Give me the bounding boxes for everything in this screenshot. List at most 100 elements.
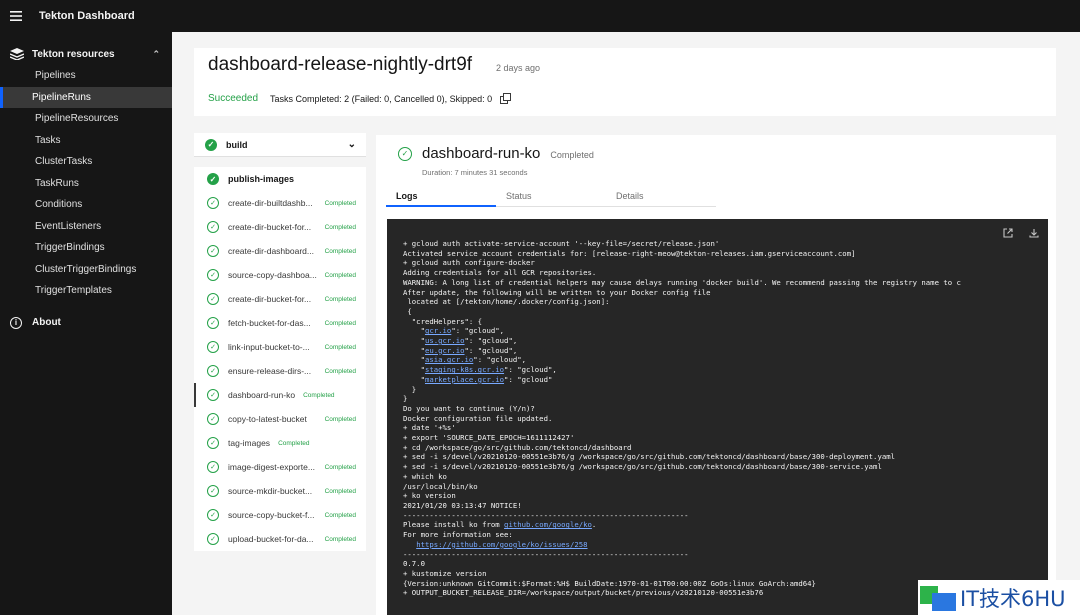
step-row[interactable]: ✓ create-dir-bucket-for... Completed: [194, 287, 366, 311]
log-line: "staging-k8s.gcr.io": "gcloud",: [403, 365, 557, 375]
step-label: tag-images: [228, 438, 271, 448]
copy-icon[interactable]: [500, 92, 512, 104]
tasks-summary: Tasks Completed: 2 (Failed: 0, Cancelled…: [270, 93, 493, 104]
step-label: create-dir-dashboard...: [228, 246, 314, 256]
log-line: + export 'SOURCE_DATE_EPOCH=1611112427': [403, 433, 575, 443]
log-line: + cd /workspace/go/src/github.com/tekton…: [403, 442, 632, 452]
step-duration: Duration: 7 minutes 31 seconds: [422, 168, 528, 177]
step-label: create-dir-bucket-for...: [228, 222, 312, 232]
check-circle-filled-icon: ✓: [207, 173, 219, 185]
log-link[interactable]: staging-k8s.gcr.io: [425, 365, 504, 374]
step-status: Completed: [324, 535, 356, 543]
sidebar-item-label: ClusterTasks: [35, 156, 93, 168]
step-row[interactable]: ✓ copy-to-latest-bucket Completed: [194, 407, 366, 431]
step-row[interactable]: ✓ dashboard-run-ko Completed: [194, 383, 366, 407]
step-row[interactable]: ✓ tag-images Completed: [194, 431, 366, 455]
task-label: build: [226, 139, 248, 150]
log-viewer[interactable]: + gcloud auth activate-service-account '…: [387, 219, 1048, 615]
log-link[interactable]: marketplace.gcr.io: [425, 375, 504, 384]
sidebar-item-about[interactable]: i About: [0, 312, 172, 334]
log-link[interactable]: github.com/google/ko: [504, 520, 592, 529]
log-line: "credHelpers": {: [403, 316, 483, 326]
step-row[interactable]: ✓ link-input-bucket-to-... Completed: [194, 335, 366, 359]
step-status: Completed: [324, 295, 356, 303]
log-line: located at [/tekton/home/.docker/config.…: [403, 297, 610, 307]
step-row[interactable]: ✓ create-dir-bucket-for... Completed: [194, 215, 366, 239]
sidebar-item-taskruns[interactable]: TaskRuns: [0, 173, 172, 195]
watermark-text: IT技术6HU: [960, 586, 1066, 611]
hamburger-menu-icon[interactable]: [0, 0, 32, 32]
status-badge: Succeeded: [208, 93, 259, 104]
log-link[interactable]: https://github.com/google/ko/issues/258: [416, 540, 587, 549]
task-tree: ✓ build ⌄ ✓ publish-images ✓ create-dir-b…: [194, 133, 366, 553]
check-circle-outline-icon: ✓: [207, 533, 219, 545]
check-circle-outline-icon: ✓: [207, 389, 219, 401]
step-row[interactable]: ✓ source-mkdir-bucket... Completed: [194, 479, 366, 503]
log-line: ----------------------------------------…: [403, 549, 689, 559]
step-row[interactable]: ✓ create-dir-builtdashb... Completed: [194, 191, 366, 215]
check-circle-outline-icon: ✓: [207, 197, 219, 209]
check-circle-outline-icon: ✓: [207, 317, 219, 329]
task-publish-images[interactable]: ✓ publish-images: [194, 167, 366, 191]
launch-icon[interactable]: [1002, 227, 1014, 239]
sidebar-item-label: TriggerTemplates: [35, 285, 112, 297]
sidebar-item-eventlisteners[interactable]: EventListeners: [0, 216, 172, 238]
log-link[interactable]: gcr.io: [425, 326, 451, 335]
step-detail-panel: ✓ dashboard-run-ko Completed Duration: 7…: [376, 135, 1056, 615]
log-line: Please install ko from github.com/google…: [403, 520, 597, 530]
step-label: ensure-release-dirs-...: [228, 366, 312, 376]
task-label: publish-images: [228, 174, 295, 184]
step-status: Completed: [324, 463, 356, 471]
chevron-down-icon[interactable]: ⌄: [348, 139, 356, 150]
tab-status[interactable]: Status: [496, 185, 606, 207]
sidebar-item-clustertasks[interactable]: ClusterTasks: [0, 151, 172, 173]
sidebar-group-tekton-resources[interactable]: Tekton resources ⌃: [0, 43, 172, 65]
tab-logs[interactable]: Logs: [386, 185, 496, 207]
log-line: + gcloud auth activate-service-account '…: [403, 239, 720, 248]
log-line: "eu.gcr.io": "gcloud",: [403, 345, 518, 355]
app-title[interactable]: Tekton Dashboard: [39, 10, 135, 22]
chevron-up-icon[interactable]: ⌃: [152, 49, 160, 60]
download-icon[interactable]: [1028, 227, 1040, 239]
log-line: 0.7.0: [403, 559, 425, 569]
step-status: Completed: [324, 247, 356, 255]
check-circle-outline-icon: ✓: [207, 341, 219, 353]
log-line: Adding credentials for all GCR repositor…: [403, 268, 597, 278]
watermark: IT技术6HU: [918, 580, 1080, 615]
sidebar-item-triggerbindings[interactable]: TriggerBindings: [0, 237, 172, 259]
step-label: upload-bucket-for-da...: [228, 534, 314, 544]
check-circle-outline-icon: ✓: [207, 245, 219, 257]
sidebar-item-pipelineruns[interactable]: PipelineRuns: [0, 86, 172, 108]
step-status: Completed: [324, 511, 356, 519]
step-status: Completed: [324, 271, 356, 279]
task-build[interactable]: ✓ build ⌄: [194, 133, 366, 157]
check-circle-outline-icon: ✓: [207, 269, 219, 281]
step-label: copy-to-latest-bucket: [228, 414, 307, 424]
step-row[interactable]: ✓ upload-bucket-for-da... Completed: [194, 527, 366, 551]
sidebar-item-label: EventListeners: [35, 220, 102, 232]
step-row[interactable]: ✓ ensure-release-dirs-... Completed: [194, 359, 366, 383]
log-link[interactable]: eu.gcr.io: [425, 346, 465, 355]
step-row[interactable]: ✓ fetch-bucket-for-das... Completed: [194, 311, 366, 335]
log-link[interactable]: us.gcr.io: [425, 336, 465, 345]
sidebar-item-pipelines[interactable]: Pipelines: [0, 65, 172, 87]
tab-details[interactable]: Details: [606, 185, 716, 207]
step-row[interactable]: ✓ image-digest-exporte... Completed: [194, 455, 366, 479]
sidebar-item-pipelineresources[interactable]: PipelineResources: [0, 108, 172, 130]
step-row[interactable]: ✓ create-dir-dashboard... Completed: [194, 239, 366, 263]
log-link[interactable]: asia.gcr.io: [425, 355, 473, 364]
check-circle-outline-icon: ✓: [207, 461, 219, 473]
log-line: {: [403, 306, 412, 316]
step-row[interactable]: ✓ source-copy-bucket-f... Completed: [194, 503, 366, 527]
step-row[interactable]: ✓ source-copy-dashboa... Completed: [194, 263, 366, 287]
log-line: }: [403, 394, 408, 404]
sidebar-item-tasks[interactable]: Tasks: [0, 130, 172, 152]
sidebar-item-clustertriggerbindings[interactable]: ClusterTriggerBindings: [0, 259, 172, 281]
info-icon: i: [10, 316, 22, 329]
step-label: source-mkdir-bucket...: [228, 486, 313, 496]
sidebar-item-conditions[interactable]: Conditions: [0, 194, 172, 216]
log-line: https://github.com/google/ko/issues/258: [403, 540, 961, 550]
sidebar-item-triggertemplates[interactable]: TriggerTemplates: [0, 280, 172, 302]
step-status: Completed: [324, 487, 356, 495]
log-line: "gcr.io": "gcloud",: [403, 326, 505, 336]
